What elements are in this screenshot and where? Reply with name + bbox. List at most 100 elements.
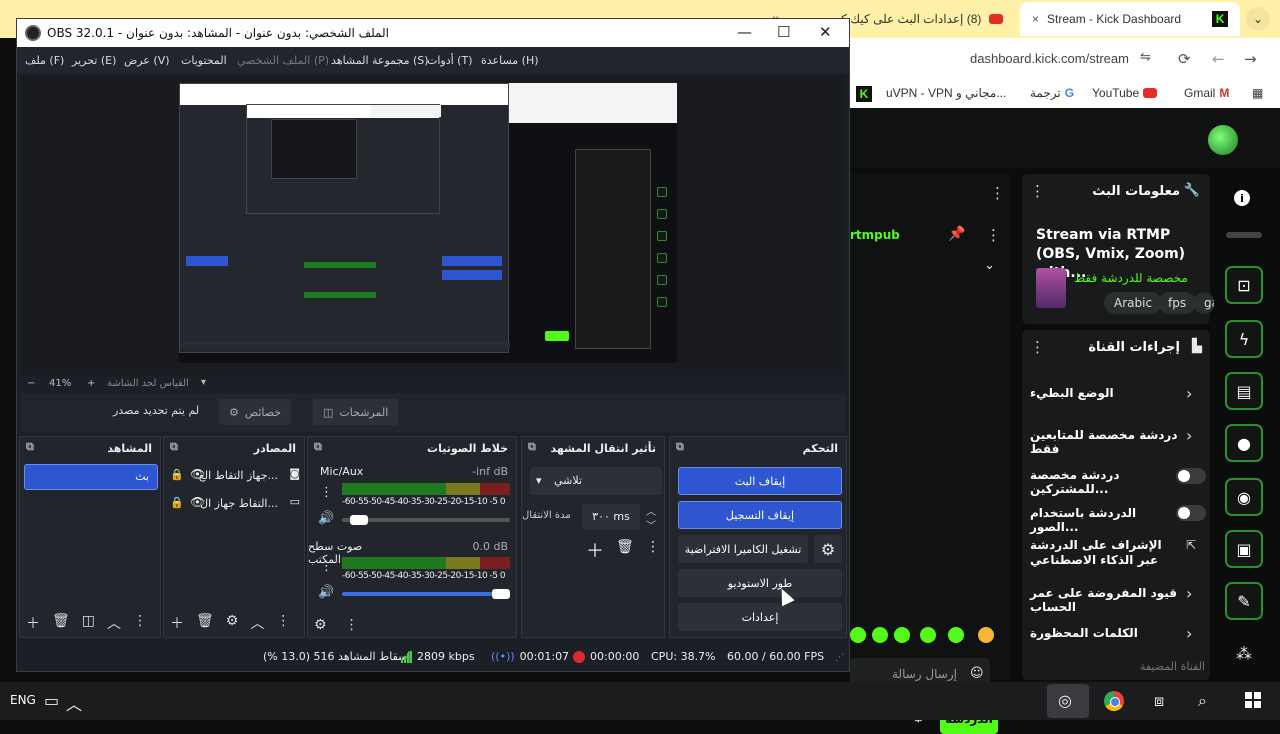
zoom-in-icon[interactable]: + bbox=[87, 378, 95, 389]
chevron-right-icon[interactable]: › bbox=[1186, 624, 1192, 643]
undock-icon[interactable]: ⧉ bbox=[676, 440, 684, 454]
stepper-icon[interactable]: ︿ bbox=[646, 503, 656, 518]
scene-item[interactable]: بث bbox=[24, 464, 158, 490]
subscribers-only-toggle[interactable] bbox=[1176, 468, 1206, 484]
add-icon[interactable]: ＋ bbox=[170, 613, 184, 633]
avatar[interactable] bbox=[1208, 125, 1238, 155]
gear-icon[interactable]: ⚙ bbox=[226, 613, 239, 633]
transition-duration[interactable]: ٣٠٠ ms bbox=[582, 504, 640, 530]
chevron-up-icon[interactable]: ︿ bbox=[107, 613, 121, 633]
add-icon[interactable]: ＋ bbox=[26, 613, 40, 633]
maximize-icon[interactable]: ☐ bbox=[777, 23, 790, 41]
menu-tools[interactable]: أدوات (T) bbox=[427, 54, 473, 67]
trash-icon[interactable]: 🗑 bbox=[616, 539, 634, 555]
tag-chip[interactable]: Arabic bbox=[1104, 292, 1163, 314]
forward-icon[interactable]: → bbox=[1244, 50, 1257, 68]
emote-icon[interactable] bbox=[948, 627, 964, 643]
more-icon[interactable]: ⋮ bbox=[1030, 338, 1045, 356]
undock-icon[interactable]: ⧉ bbox=[314, 440, 322, 454]
more-icon[interactable]: ⋮ bbox=[646, 539, 660, 555]
more-icon[interactable]: ⋮ bbox=[1030, 182, 1045, 200]
speaker-icon[interactable]: 🔊 bbox=[318, 511, 334, 526]
source-item[interactable]: 🔒 👁 التقاط جهاز ال... ▭ bbox=[170, 493, 300, 515]
close-icon[interactable]: ✕ bbox=[819, 23, 832, 41]
settings-button[interactable]: إعدادات bbox=[678, 603, 842, 631]
menu-help[interactable]: مساعدة (H) bbox=[481, 54, 539, 67]
bookmark-vpn[interactable]: uVPN - VPN مجاني و... bbox=[886, 86, 1006, 100]
obs-taskbar-icon[interactable]: ◎ bbox=[1058, 691, 1072, 710]
lightning-icon[interactable]: ϟ bbox=[1225, 320, 1263, 358]
tab-close-icon[interactable]: × bbox=[1032, 12, 1039, 26]
bookmark-translate[interactable]: ترجمة G bbox=[1030, 86, 1074, 100]
category-label[interactable]: مخصصة للدردشة فقط bbox=[1074, 271, 1188, 285]
lock-icon[interactable]: 🔒 bbox=[170, 468, 184, 481]
zoom-fit-label[interactable]: القياس لحد الشاشة bbox=[107, 378, 189, 389]
action-banned-words[interactable]: الكلمات المحظورة bbox=[1030, 626, 1205, 640]
volume-slider-knob[interactable] bbox=[349, 515, 368, 525]
emote-icon[interactable] bbox=[850, 627, 866, 643]
display-icon[interactable]: ▭ bbox=[44, 691, 59, 710]
chevron-down-icon[interactable]: ⌄ bbox=[984, 258, 995, 273]
chevron-down-icon[interactable]: ▾ bbox=[201, 377, 206, 388]
reload-icon[interactable]: ⟳ bbox=[1178, 50, 1191, 68]
external-link-icon[interactable]: ⇱ bbox=[1186, 538, 1196, 552]
chevron-right-icon[interactable]: › bbox=[1186, 584, 1192, 603]
add-icon[interactable]: ＋ bbox=[586, 537, 604, 563]
emote-icon[interactable] bbox=[894, 627, 910, 643]
tag-chip[interactable]: fps bbox=[1158, 292, 1197, 314]
more-icon[interactable]: ⋮ bbox=[990, 184, 1005, 202]
stop-streaming-button[interactable]: إيقاف البث bbox=[678, 467, 842, 495]
emote-icon[interactable] bbox=[872, 627, 888, 643]
filters-button[interactable]: ◫ المرشحات bbox=[313, 399, 399, 425]
action-ai-moderation[interactable]: الإشراف على الدردشة عبر الذكاء الاصطناعي bbox=[1030, 538, 1180, 568]
gear-icon[interactable]: ⚙ bbox=[314, 617, 327, 633]
filter-icon[interactable]: ◫ bbox=[82, 613, 95, 633]
emote-only-toggle[interactable] bbox=[1176, 505, 1206, 521]
menu-docks[interactable]: المحتويات bbox=[181, 54, 227, 67]
speaker-icon[interactable]: 🔊 bbox=[318, 585, 334, 600]
menu-profile[interactable]: الملف الشخصي (P) bbox=[237, 54, 329, 67]
broadcast-icon[interactable]: ◉ bbox=[1225, 478, 1263, 516]
zoom-out-icon[interactable]: − bbox=[27, 378, 35, 389]
emoji-icon[interactable]: ☺ bbox=[970, 666, 984, 681]
pin-icon[interactable]: 📌 bbox=[948, 226, 965, 242]
search-icon[interactable]: ⌕ bbox=[1198, 691, 1207, 711]
resize-grip-icon[interactable]: ⋰ bbox=[835, 653, 844, 663]
preview-area[interactable] bbox=[21, 75, 845, 375]
apps-icon[interactable]: ⁂ bbox=[1236, 644, 1252, 663]
source-item[interactable]: 🔒 👁 جهاز التقاط الع... ◙ bbox=[170, 465, 300, 487]
document-icon[interactable]: ▤ bbox=[1225, 372, 1263, 410]
site-settings-icon[interactable]: ⇋ bbox=[1140, 50, 1151, 65]
windows-start-icon[interactable] bbox=[1245, 692, 1261, 708]
trash-icon[interactable]: 🗑 bbox=[52, 613, 70, 633]
more-icon[interactable]: ⋮ bbox=[320, 559, 333, 574]
stop-recording-button[interactable]: إيقاف التسجيل bbox=[678, 501, 842, 529]
transition-select[interactable]: ▾ تلاشي bbox=[530, 467, 662, 495]
bookmark-gmail[interactable]: Gmail M bbox=[1184, 86, 1229, 100]
action-followers-only[interactable]: دردشة مخصصة للمتابعين فقط bbox=[1030, 428, 1205, 456]
more-icon[interactable]: ⋮ bbox=[320, 485, 333, 500]
menu-scene-collection[interactable]: مجموعة المشاهد (S) bbox=[331, 54, 429, 67]
volume-slider[interactable] bbox=[342, 592, 510, 596]
emote-icon[interactable] bbox=[978, 627, 994, 643]
menu-edit[interactable]: تحرير (E) bbox=[72, 54, 116, 67]
layout-icon[interactable]: ▣ bbox=[1225, 530, 1263, 568]
lock-icon[interactable]: 🔒 bbox=[170, 496, 184, 509]
bookmark-youtube[interactable]: YouTube bbox=[1092, 86, 1158, 100]
more-icon[interactable]: ⋮ bbox=[276, 613, 290, 633]
language-indicator[interactable]: ENG bbox=[10, 693, 36, 707]
info-icon[interactable]: i bbox=[1234, 190, 1250, 206]
chevron-right-icon[interactable]: › bbox=[1186, 384, 1192, 403]
menu-file[interactable]: ملف (F) bbox=[25, 54, 64, 67]
volume-slider-knob[interactable] bbox=[492, 589, 510, 599]
apps-grid-icon[interactable]: ▦ bbox=[1252, 86, 1263, 100]
browser-tab-kick[interactable]: × Stream - Kick Dashboard K bbox=[1020, 2, 1240, 36]
chevron-down-icon[interactable]: ⌄ bbox=[1246, 7, 1270, 31]
kick-bookmark-icon[interactable]: K bbox=[856, 86, 872, 102]
minimize-icon[interactable]: — bbox=[737, 23, 752, 41]
tag-chip[interactable]: gar bbox=[1194, 292, 1214, 314]
trash-icon[interactable]: 🗑 bbox=[196, 613, 214, 633]
back-icon[interactable]: ← bbox=[1212, 50, 1225, 68]
task-view-icon[interactable]: ⧈ bbox=[1154, 691, 1164, 711]
chat-bubble-icon[interactable]: ● bbox=[1225, 424, 1263, 462]
